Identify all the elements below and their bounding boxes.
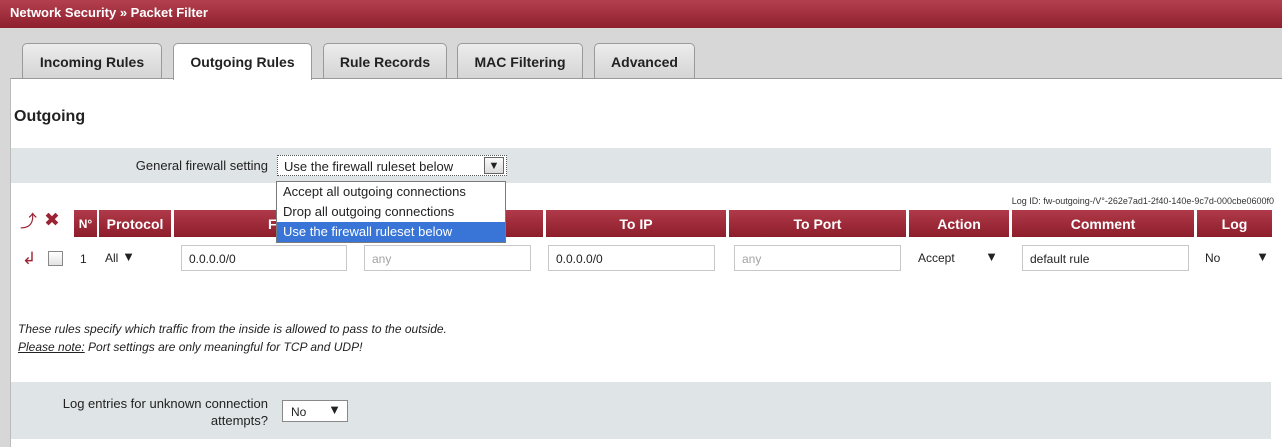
option-accept-all[interactable]: Accept all outgoing connections — [277, 182, 505, 202]
col-header-to-port: To Port — [729, 210, 906, 237]
rule-comment-input[interactable]: default rule — [1022, 245, 1189, 271]
port-note-label: Please note: — [18, 340, 85, 354]
move-rule-icon[interactable]: ↲ — [22, 250, 36, 267]
port-note: Please note: Port settings are only mean… — [18, 340, 362, 354]
tab-incoming-rules[interactable]: Incoming Rules — [22, 43, 162, 79]
chevron-down-icon: ▼ — [985, 249, 998, 264]
option-drop-all[interactable]: Drop all outgoing connections — [277, 202, 505, 222]
chevron-down-icon: ▼ — [328, 402, 341, 417]
general-setting-select[interactable]: Use the firewall ruleset below ▼ — [277, 155, 507, 176]
chevron-down-icon[interactable]: ▼ — [484, 157, 504, 174]
rule-action-value: Accept — [918, 251, 955, 265]
rule-protocol-value: All — [105, 251, 119, 265]
unknown-log-value: No — [291, 405, 307, 419]
col-header-to-ip: To IP — [546, 210, 726, 237]
unknown-log-select[interactable]: No ▼ — [282, 400, 348, 422]
rule-to-port-input[interactable]: any — [734, 245, 901, 271]
rule-log-value: No — [1205, 251, 1221, 265]
general-setting-dropdown: Accept all outgoing connections Drop all… — [276, 181, 506, 243]
general-setting-row: General firewall setting Use the firewal… — [11, 148, 1271, 183]
tab-outgoing-rules[interactable]: Outgoing Rules — [173, 43, 312, 80]
tab-advanced[interactable]: Advanced — [594, 43, 695, 79]
tab-mac-filtering[interactable]: MAC Filtering — [457, 43, 583, 79]
rule-log-select[interactable]: No ▼ — [1205, 245, 1269, 271]
rules-description: These rules specify which traffic from t… — [18, 322, 447, 336]
rule-protocol-select[interactable]: All ▼ — [105, 245, 135, 271]
section-heading: Outgoing — [14, 108, 86, 125]
unknown-log-label: Log entries for unknown connection attem… — [11, 395, 268, 429]
rule-from-port-input[interactable]: any — [364, 245, 531, 271]
add-rule-icon[interactable]: ⤴ — [20, 213, 37, 230]
rule-select-checkbox[interactable] — [48, 251, 63, 266]
col-header-log: Log — [1197, 210, 1272, 237]
option-use-ruleset[interactable]: Use the firewall ruleset below — [277, 222, 505, 242]
rule-number: 1 — [80, 252, 87, 266]
unknown-log-label-line1: Log entries for unknown connection — [62, 396, 268, 411]
rule-from-ip-input[interactable]: 0.0.0.0/0 — [181, 245, 347, 271]
log-id: Log ID: fw-outgoing-/V°-262e7ad1-2f40-14… — [1011, 196, 1274, 206]
unknown-log-row: Log entries for unknown connection attem… — [11, 382, 1271, 439]
chevron-down-icon: ▼ — [122, 249, 135, 264]
col-header-number: N° — [74, 210, 97, 237]
col-header-action: Action — [909, 210, 1009, 237]
general-setting-label: General firewall setting — [135, 158, 268, 173]
delete-rule-icon[interactable]: ✖ — [44, 211, 60, 230]
col-header-comment: Comment — [1012, 210, 1194, 237]
tab-rule-records[interactable]: Rule Records — [323, 43, 447, 79]
rule-to-ip-input[interactable]: 0.0.0.0/0 — [548, 245, 715, 271]
general-setting-value: Use the firewall ruleset below — [284, 159, 454, 174]
unknown-log-label-line2: attempts? — [210, 413, 268, 428]
rule-action-select[interactable]: Accept ▼ — [918, 245, 998, 271]
chevron-down-icon: ▼ — [1256, 249, 1269, 264]
port-note-text: Port settings are only meaningful for TC… — [84, 340, 363, 354]
window-title: Network Security » Packet Filter — [0, 0, 1282, 28]
col-header-protocol: Protocol — [99, 210, 171, 237]
